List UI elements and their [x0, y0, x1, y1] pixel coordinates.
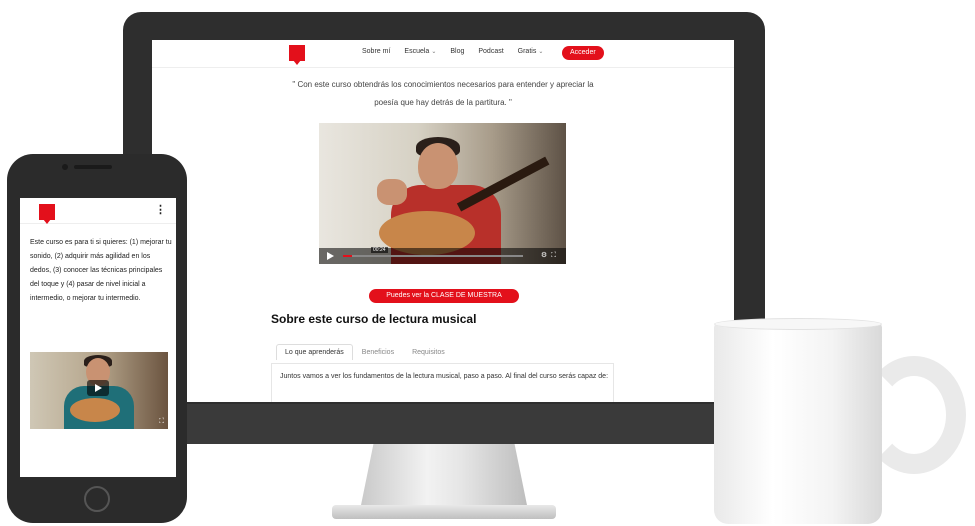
nav-item-escuela[interactable]: Escuela ⌄	[404, 48, 436, 55]
video-progress-bar[interactable]: 00:24	[343, 247, 523, 257]
logo-bookmark-icon[interactable]	[39, 204, 55, 224]
tab-beneficios[interactable]: Beneficios	[353, 344, 403, 360]
mobile-nav: ⋮	[20, 198, 176, 224]
phone-speaker	[74, 165, 112, 169]
video-controls: 00:24 ⚙⛶	[319, 247, 566, 264]
chevron-down-icon: ⌄	[431, 49, 437, 55]
course-quote: " Con este curso obtendrás los conocimie…	[262, 76, 624, 112]
play-icon[interactable]	[87, 380, 109, 396]
video-person-head	[418, 143, 458, 189]
section-title: Sobre este curso de lectura musical	[271, 312, 477, 326]
mobile-screen: ⋮ Este curso es para ti si quieres: (1) …	[20, 198, 176, 477]
logo-bookmark-icon[interactable]	[289, 45, 305, 65]
tab-requisitos[interactable]: Requisitos	[403, 344, 454, 360]
play-icon[interactable]	[327, 252, 334, 260]
video-player[interactable]: 00:24 ⚙⛶	[319, 123, 566, 264]
nav-item-label: Gratis	[517, 48, 537, 55]
video-time: 00:24	[371, 247, 388, 253]
course-tabs: Lo que aprenderás Beneficios Requisitos	[276, 344, 454, 360]
mobile-course-text: Este curso es para ti si quieres: (1) me…	[30, 239, 172, 302]
video-guitar	[70, 398, 120, 422]
chevron-down-icon: ⌄	[538, 49, 544, 55]
settings-icon[interactable]: ⚙	[541, 252, 551, 259]
nav-item-label: Escuela	[404, 48, 430, 55]
mobile-video-player[interactable]: ⛶	[30, 352, 168, 429]
nav-item-gratis[interactable]: Gratis ⌄	[518, 48, 544, 55]
tab-panel-text: Juntos vamos a ver los fundamentos de la…	[280, 373, 609, 380]
login-button[interactable]: Acceder	[562, 46, 604, 60]
tab-panel: Juntos vamos a ver los fundamentos de la…	[271, 363, 614, 402]
nav-item-sobre-mi[interactable]: Sobre mí	[362, 48, 390, 55]
fullscreen-icon[interactable]: ⛶	[159, 418, 164, 426]
monitor-chin	[123, 404, 765, 444]
nav-item-podcast[interactable]: Podcast	[478, 48, 503, 55]
coffee-mug	[714, 322, 882, 524]
phone-home-button[interactable]	[84, 486, 110, 512]
mug-rim	[714, 318, 882, 330]
monitor-stand-base	[332, 505, 556, 519]
sample-class-button[interactable]: Puedes ver la CLASE DE MUESTRA	[369, 289, 519, 303]
top-nav: Sobre mí Escuela ⌄ Blog Podcast Gratis ⌄ A…	[152, 40, 734, 68]
nav-item-blog[interactable]: Blog	[450, 48, 464, 55]
quote-line-1: " Con este curso obtendrás los conocimie…	[292, 80, 594, 89]
video-progress-fill	[343, 255, 352, 257]
phone-camera	[62, 164, 68, 170]
video-person-hand	[377, 179, 407, 205]
fullscreen-icon[interactable]: ⛶	[551, 252, 560, 259]
quote-line-2: poesía que hay detrás de la partitura. "	[374, 98, 512, 107]
nav-menu: Sobre mí Escuela ⌄ Blog Podcast Gratis ⌄	[362, 48, 543, 55]
monitor-stand	[360, 444, 528, 510]
tab-lo-que-aprenderas[interactable]: Lo que aprenderás	[276, 344, 353, 360]
video-control-icons: ⚙⛶	[541, 251, 560, 260]
kebab-menu-icon[interactable]: ⋮	[155, 203, 166, 216]
desktop-screen: Sobre mí Escuela ⌄ Blog Podcast Gratis ⌄ A…	[152, 40, 734, 402]
